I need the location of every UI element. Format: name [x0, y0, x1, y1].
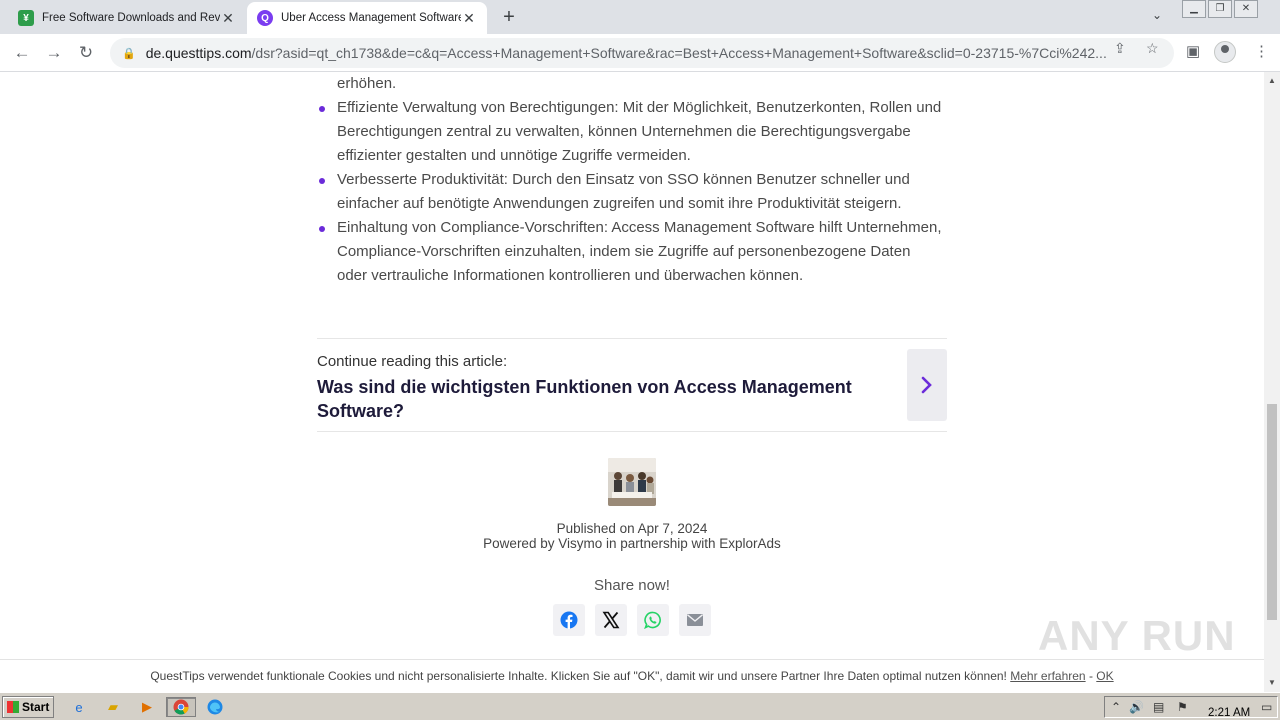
share-page-icon[interactable]: ⇪ [1114, 40, 1126, 57]
start-label: Start [22, 700, 50, 714]
bullet-dot-icon [319, 178, 325, 184]
side-panel-icon[interactable]: ▣ [1186, 42, 1200, 60]
profile-avatar-icon[interactable] [1214, 41, 1236, 63]
page-viewport: erhöhen. Effiziente Verwaltung von Berec… [0, 72, 1264, 692]
minimize-button[interactable]: ▁ [1182, 0, 1206, 18]
tab-title: Free Software Downloads and Revie [42, 12, 220, 24]
chrome-icon [173, 699, 189, 715]
page-scrollbar[interactable]: ▲ ▼ [1264, 72, 1280, 692]
folder-icon[interactable]: ▰ [102, 697, 124, 717]
menu-kebab-icon[interactable]: ⋮ [1254, 42, 1269, 60]
tray-expand-icon[interactable]: ⌃ [1111, 700, 1121, 714]
author-photo [608, 458, 656, 506]
powered-by-text: Powered by Visymo in partnership with Ex… [483, 536, 781, 551]
continue-reading-card[interactable]: Continue reading this article: Was sind … [317, 338, 947, 432]
ie-icon[interactable]: e [68, 697, 90, 717]
share-whatsapp-button[interactable] [637, 604, 669, 636]
new-tab-button[interactable]: + [497, 6, 521, 30]
cookie-banner: QuestTips verwendet funktionale Cookies … [0, 659, 1264, 692]
action-center-flag-icon[interactable]: ⚑ [1177, 700, 1188, 714]
published-date: Published on Apr 7, 2024 [556, 521, 708, 536]
cookie-text: QuestTips verwendet funktionale Cookies … [150, 669, 1007, 683]
email-icon [687, 614, 703, 626]
forward-arrow-icon[interactable]: → [42, 41, 66, 65]
softonic-favicon-icon: ¥ [18, 10, 34, 26]
lock-icon[interactable]: 🔒 [122, 47, 136, 60]
system-tray: ⌃ 🔊 ▤ ⚑ ▭ [1104, 696, 1278, 718]
share-title: Share now! [594, 577, 670, 594]
tab-access-management[interactable]: Q Über Access Management Software ✕ [247, 2, 487, 34]
list-item-text: Effiziente Verwaltung von Berechtigungen… [337, 99, 942, 164]
window-controls: ▁ ❐ ✕ [1180, 0, 1258, 20]
share-facebook-button[interactable] [553, 604, 585, 636]
close-tab-icon[interactable]: ✕ [461, 10, 477, 27]
bookmark-star-icon[interactable]: ☆ [1146, 40, 1159, 57]
continue-reading-title[interactable]: Was sind die wichtigsten Funktionen von … [317, 375, 857, 423]
show-desktop-icon[interactable]: ▭ [1261, 700, 1272, 714]
address-bar[interactable]: 🔒 de.questtips.com/dsr?asid=qt_ch1738&de… [110, 38, 1174, 68]
back-arrow-icon[interactable]: ← [10, 41, 34, 65]
anyrun-watermark: ANY RUN [1038, 612, 1236, 659]
scroll-up-icon[interactable]: ▲ [1268, 76, 1276, 85]
x-twitter-icon [602, 611, 620, 629]
chrome-taskbar-button[interactable] [166, 697, 196, 717]
facebook-icon [560, 611, 578, 629]
tab-search-chevron-icon[interactable]: ⌄ [1152, 8, 1162, 22]
volume-icon[interactable]: 🔊 [1129, 700, 1144, 714]
browser-toolbar: ← → ↻ 🔒 de.questtips.com/dsr?asid=qt_ch1… [0, 34, 1280, 72]
share-email-button[interactable] [679, 604, 711, 636]
close-window-button[interactable]: ✕ [1234, 0, 1258, 18]
url-text: de.questtips.com/dsr?asid=qt_ch1738&de=c… [145, 45, 1106, 61]
tab-strip: ¥ Free Software Downloads and Revie ✕ Q … [0, 0, 1280, 34]
reload-icon[interactable]: ↻ [74, 41, 98, 65]
cookie-separator: - [1088, 669, 1093, 683]
scroll-thumb[interactable] [1267, 404, 1277, 620]
close-tab-icon[interactable]: ✕ [220, 10, 236, 27]
start-button[interactable]: Start [2, 696, 54, 718]
chevron-right-icon [921, 376, 932, 394]
continue-arrow-button[interactable] [907, 349, 947, 421]
taskbar-clock[interactable]: 2:21 AM [1208, 707, 1250, 719]
bullet-dot-icon [319, 226, 325, 232]
tab-free-software[interactable]: ¥ Free Software Downloads and Revie ✕ [8, 2, 246, 34]
restore-button[interactable]: ❐ [1208, 0, 1232, 18]
questtips-favicon-icon: Q [257, 10, 273, 26]
windows-logo-icon [7, 701, 19, 713]
list-item-text: erhöhen. [337, 75, 397, 92]
tab-title: Über Access Management Software [281, 12, 461, 24]
team-photo-image [608, 458, 656, 506]
continue-reading-label: Continue reading this article: [317, 353, 508, 370]
whatsapp-icon [644, 611, 661, 629]
list-item-text: Einhaltung von Compliance-Vorschriften: … [337, 219, 942, 284]
media-player-icon[interactable]: ▶ [136, 697, 158, 717]
taskbar: Start e ▰ ▶ ⌃ 🔊 ▤ ⚑ ▭ [0, 692, 1280, 720]
cookie-ok-link[interactable]: OK [1096, 669, 1113, 683]
list-item-text: Verbesserte Produktivität: Durch den Ein… [337, 171, 910, 212]
share-x-button[interactable] [595, 604, 627, 636]
edge-logo-icon [207, 699, 223, 715]
cookie-more-link[interactable]: Mehr erfahren [1010, 669, 1085, 683]
network-icon[interactable]: ▤ [1153, 700, 1164, 714]
bullet-dot-icon [319, 106, 325, 112]
edge-icon[interactable] [204, 697, 226, 717]
scroll-down-icon[interactable]: ▼ [1268, 678, 1276, 687]
